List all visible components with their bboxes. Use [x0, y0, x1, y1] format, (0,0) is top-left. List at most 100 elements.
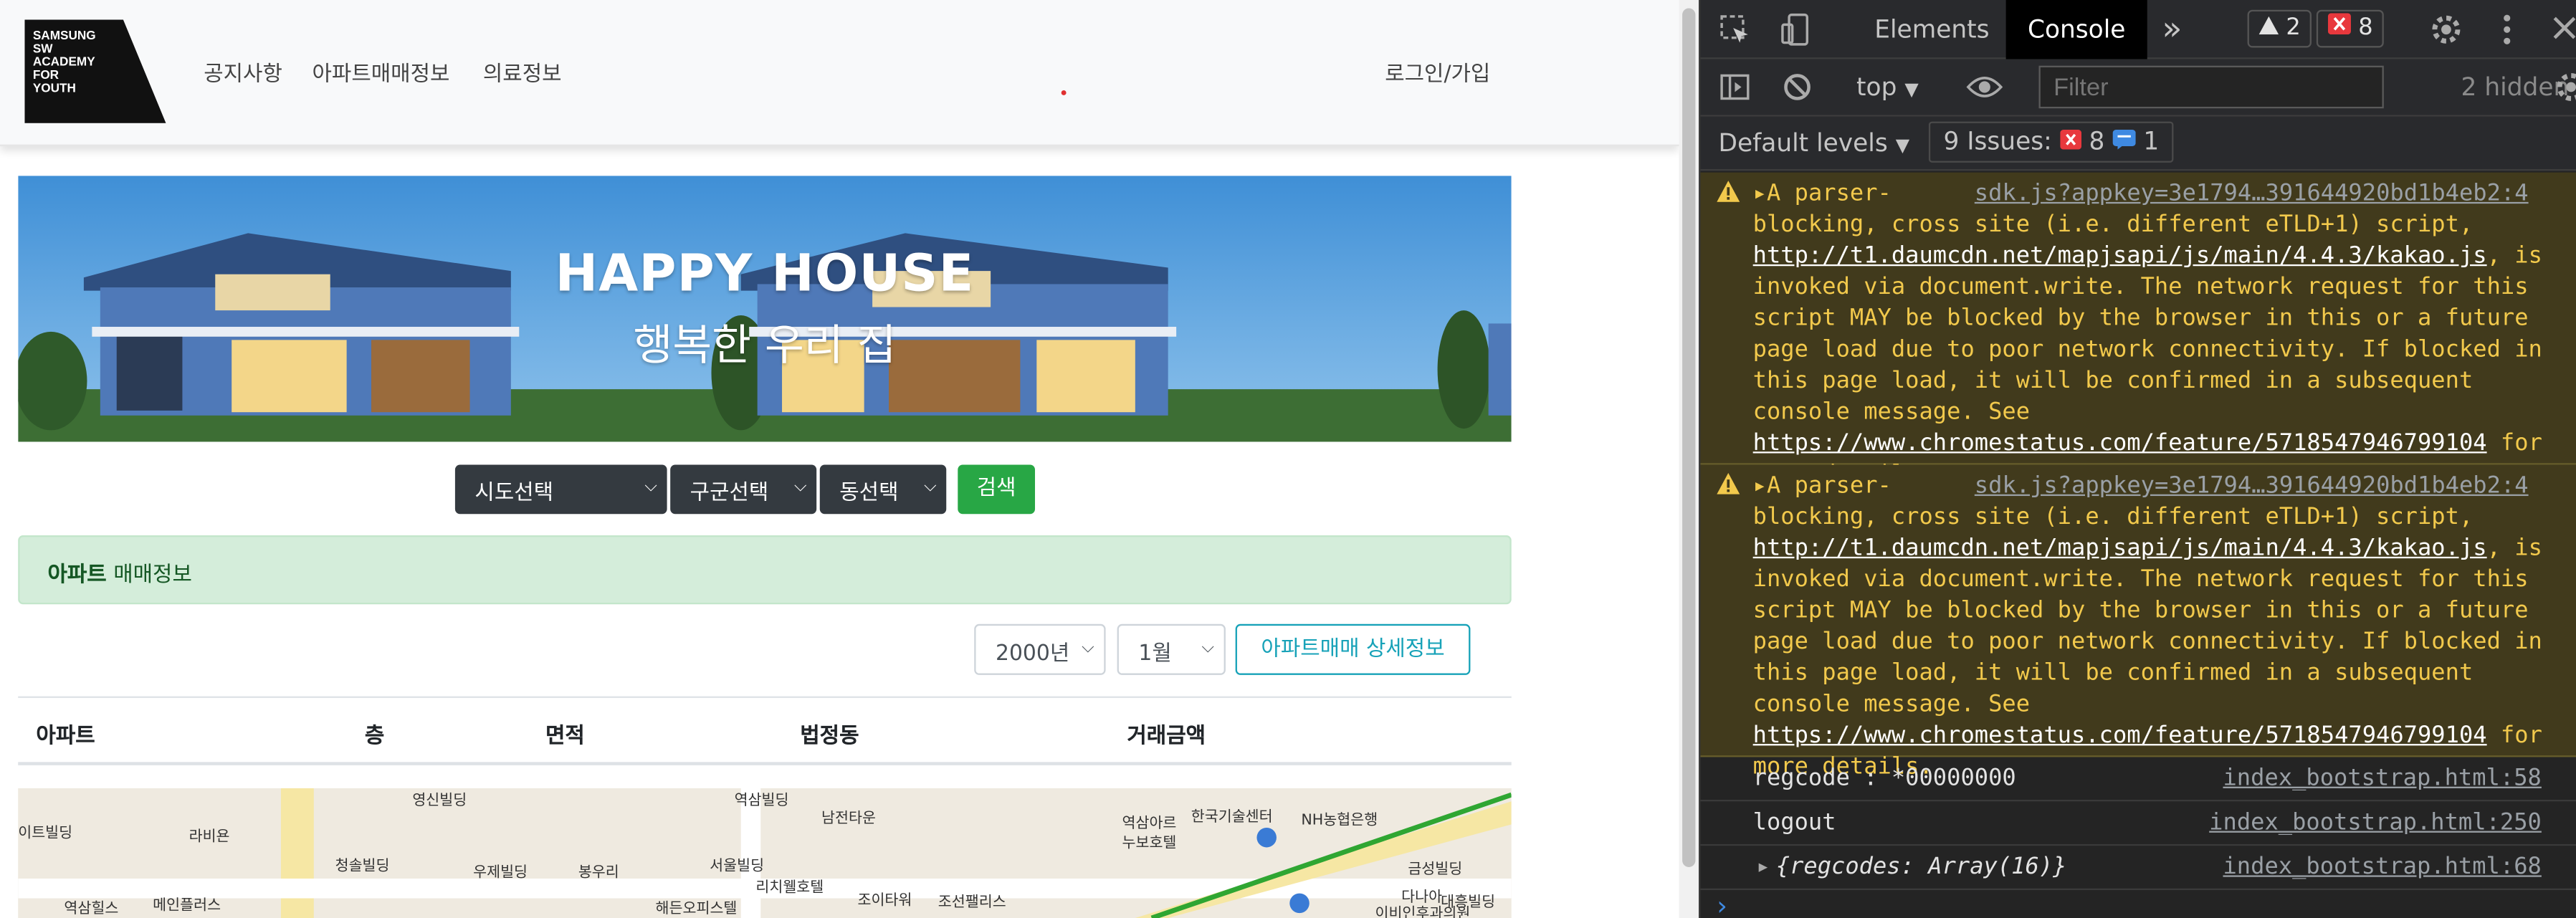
- warning-icon: [1717, 472, 1740, 494]
- caret-down-icon: ▼: [1904, 78, 1919, 100]
- th-apartment: 아파트: [36, 724, 95, 749]
- log-levels-dropdown[interactable]: Default levels ▼: [1719, 128, 1910, 158]
- expand-arrow-icon[interactable]: ▸: [1756, 854, 1770, 881]
- apartment-detail-button[interactable]: 아파트매매 상세정보: [1235, 623, 1471, 675]
- console-warning[interactable]: ▸A parser- sdk.js?appkey=3e1794…39164492…: [1700, 172, 2576, 488]
- expand-arrow-icon[interactable]: ▸: [1753, 181, 1767, 207]
- warning-count: 2: [2286, 14, 2301, 42]
- map-label: 봉우리: [578, 865, 619, 882]
- inspect-element-icon[interactable]: [1720, 15, 1752, 53]
- warning-text: blocking, cross site (i.e. different eTL…: [1752, 211, 2487, 239]
- kakao-map[interactable]: 영신빌딩 역삼빌딩 남전타운 역삼아르 누보호텔 한국기술센터 NH농협은행 이…: [18, 788, 1512, 918]
- warning-icon: [1717, 181, 1740, 202]
- map-label: 해든오피스텔: [655, 902, 738, 918]
- map-label: 남전타운: [821, 811, 876, 828]
- logo-line: SW: [33, 41, 53, 55]
- logo-line: SAMSUNG: [33, 28, 96, 42]
- kebab-menu-icon[interactable]: [2502, 13, 2512, 52]
- context-value: top: [1856, 72, 1897, 102]
- log-object: {regcodes: Array(16)}: [1775, 854, 2067, 881]
- webpage: SAMSUNG SW ACADEMY FOR YOUTH 공지사항 아파트매매정…: [0, 0, 1679, 918]
- log-source-link[interactable]: index_bootstrap.html:68: [2223, 854, 2541, 881]
- chevron-down-icon: ⌵: [644, 477, 657, 497]
- log-source-link[interactable]: index_bootstrap.html:250: [2209, 810, 2542, 836]
- console-warning[interactable]: ▸A parser- sdk.js?appkey=3e1794…39164492…: [1700, 464, 2576, 780]
- map-label: 누보호텔: [1122, 836, 1177, 853]
- close-icon[interactable]: [2552, 15, 2576, 48]
- warning-text: , is invoked via document.write. The net…: [1752, 243, 2557, 426]
- map-label: 리치웰호텔: [755, 880, 824, 897]
- warning-count-badge[interactable]: 2: [2247, 9, 2312, 48]
- chevron-down-icon: ⌵: [1082, 639, 1094, 657]
- navbar: SAMSUNG SW ACADEMY FOR YOUTH 공지사항 아파트매매정…: [0, 0, 1679, 146]
- error-count-badge[interactable]: 8: [2316, 9, 2385, 48]
- map-label: NH농협은행: [1301, 813, 1378, 830]
- map-label: 메인플러스: [153, 898, 221, 915]
- settings-gear-icon[interactable]: [2430, 13, 2463, 52]
- samsung-academy-logo[interactable]: SAMSUNG SW ACADEMY FOR YOUTH: [24, 19, 166, 123]
- cursor-dot: [1061, 90, 1067, 95]
- login-signup-link[interactable]: 로그인/가입: [1385, 56, 1490, 87]
- gugun-select[interactable]: 구군선택 ⌵: [670, 464, 817, 515]
- chromestatus-link[interactable]: https://www.chromestatus.com/feature/571…: [1753, 430, 2487, 456]
- console-log-row[interactable]: ▸ {regcodes: Array(16)} index_bootstrap.…: [1700, 846, 2576, 891]
- warning-text: , is invoked via document.write. The net…: [1752, 535, 2557, 718]
- th-price: 거래금액: [1127, 724, 1206, 749]
- nav-medical[interactable]: 의료정보: [483, 56, 562, 87]
- month-select-value: 1월: [1138, 642, 1172, 667]
- th-dong: 법정동: [800, 724, 859, 749]
- console-log-row[interactable]: regcode : *00000000 index_bootstrap.html…: [1700, 757, 2576, 802]
- alert-bold: 아파트: [47, 563, 107, 588]
- logo-line: FOR: [33, 67, 59, 82]
- nav-apartment-trade[interactable]: 아파트매매정보: [312, 56, 449, 87]
- expand-arrow-icon[interactable]: ▸: [1753, 473, 1767, 499]
- devtools-panel: Elements Console » 2 8 top ▼ 2 hidden Fi…: [1699, 0, 2576, 918]
- th-area: 면적: [545, 724, 585, 749]
- dong-select[interactable]: 동선택 ⌵: [819, 464, 947, 515]
- map-label: 이비인후과의원: [1375, 906, 1471, 918]
- console-filter-input[interactable]: [2038, 65, 2384, 109]
- map-label: 우제빌딩: [473, 865, 528, 882]
- context-selector[interactable]: top ▼: [1856, 72, 1919, 102]
- console-settings-gear-icon[interactable]: [2554, 71, 2576, 110]
- info-message-icon: [2112, 130, 2136, 150]
- dong-select-value: 동선택: [839, 481, 899, 506]
- error-icon: [2059, 130, 2081, 150]
- chromestatus-link[interactable]: https://www.chromestatus.com/feature/571…: [1753, 722, 2487, 749]
- console-prompt-icon[interactable]: ›: [1717, 890, 1727, 918]
- page-scrollbar-thumb[interactable]: [1682, 8, 1696, 867]
- device-toolbar-icon[interactable]: [1779, 13, 1812, 52]
- sidebar-toggle-icon[interactable]: [1720, 74, 1750, 107]
- sido-select[interactable]: 시도선택 ⌵: [454, 464, 667, 515]
- chevron-down-icon: ⌵: [794, 477, 807, 497]
- live-expression-eye-icon[interactable]: [1966, 74, 2003, 107]
- warning-prefix: A parser-: [1766, 181, 1892, 207]
- warning-message: ▸A parser- sdk.js?appkey=3e1794…39164492…: [1753, 179, 2548, 491]
- map-label: 이트빌딩: [18, 826, 73, 843]
- warning-message: ▸A parser- sdk.js?appkey=3e1794…39164492…: [1753, 472, 2548, 783]
- nav-notice[interactable]: 공지사항: [204, 56, 282, 87]
- issues-button[interactable]: 9 Issues: 8 1: [1928, 121, 2174, 163]
- house-illustration: [18, 176, 1512, 442]
- warning-source-link[interactable]: sdk.js?appkey=3e1794…391644920bd1b4eb2:4: [1975, 473, 2529, 499]
- warning-icon: [2258, 16, 2279, 35]
- clear-console-icon[interactable]: [1783, 72, 1812, 108]
- map-label: 역삼빌딩: [734, 793, 789, 810]
- script-url-link[interactable]: http://t1.daumcdn.net/mapjsapi/js/main/4…: [1753, 535, 2487, 562]
- console-log-row[interactable]: logout index_bootstrap.html:250: [1700, 801, 2576, 846]
- map-label: 역삼아르: [1122, 816, 1177, 833]
- year-select[interactable]: 2000년 ⌵: [974, 623, 1106, 675]
- error-icon: [2327, 13, 2351, 35]
- issues-label: 9 Issues:: [1943, 126, 2052, 156]
- map-label: 조선팰리스: [938, 894, 1006, 912]
- more-tabs-icon[interactable]: »: [2162, 8, 2182, 47]
- tab-console[interactable]: Console: [2005, 0, 2147, 59]
- search-button[interactable]: 검색: [958, 464, 1036, 515]
- script-url-link[interactable]: http://t1.daumcdn.net/mapjsapi/js/main/4…: [1753, 243, 2487, 269]
- tab-elements[interactable]: Elements: [1874, 15, 1989, 44]
- log-source-link[interactable]: index_bootstrap.html:58: [2223, 765, 2541, 792]
- logo-line: YOUTH: [33, 80, 76, 95]
- logo-line: ACADEMY: [33, 54, 95, 69]
- warning-source-link[interactable]: sdk.js?appkey=3e1794…391644920bd1b4eb2:4: [1975, 181, 2529, 207]
- month-select[interactable]: 1월 ⌵: [1117, 623, 1226, 675]
